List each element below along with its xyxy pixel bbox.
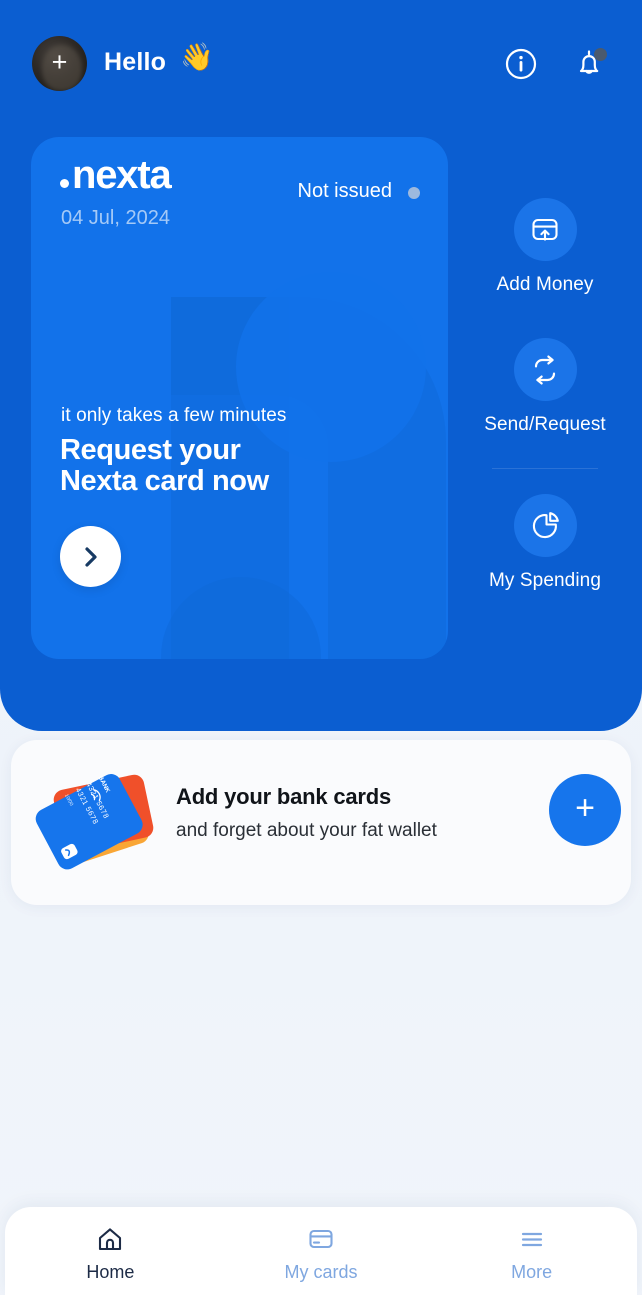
nexta-logo: nexta bbox=[60, 153, 172, 197]
nav-item-home[interactable]: Home bbox=[5, 1207, 216, 1295]
bank-cards-subtitle: and forget about your fat wallet bbox=[176, 820, 437, 841]
app-screen: + Hello 👋 nexta 04 Jul, 2024 Not issued … bbox=[0, 0, 642, 1295]
card-status-text: Not issued bbox=[297, 180, 393, 202]
nav-item-more[interactable]: More bbox=[426, 1207, 637, 1295]
promo-title-line2: Nexta card now bbox=[60, 465, 269, 498]
actions-divider bbox=[492, 468, 598, 469]
card-icon bbox=[309, 1229, 333, 1249]
app-header: + Hello 👋 bbox=[0, 17, 642, 91]
nav-label: More bbox=[511, 1262, 553, 1282]
plus-icon: + bbox=[575, 789, 595, 827]
info-circle-icon[interactable] bbox=[504, 47, 538, 81]
request-card-button[interactable] bbox=[60, 526, 121, 587]
hamburger-icon bbox=[521, 1232, 542, 1247]
nav-label: Home bbox=[86, 1262, 135, 1282]
bank-cards-illustration: 4321 5678 4321 5678 10/00 BANK bbox=[35, 774, 154, 870]
greeting-text: Hello bbox=[104, 48, 167, 76]
promo-eyebrow: it only takes a few minutes bbox=[61, 405, 287, 426]
bottom-navigation: Home My cards More bbox=[5, 1207, 637, 1295]
nexta-logo-text: nexta bbox=[72, 153, 172, 197]
quick-action-label: Send/Request bbox=[484, 414, 606, 435]
home-icon bbox=[99, 1228, 122, 1251]
card-date: 04 Jul, 2024 bbox=[61, 207, 170, 229]
pie-chart-icon bbox=[513, 494, 577, 557]
promo-title-line1: Request your bbox=[60, 434, 241, 466]
promo-title: Request your Nexta card now bbox=[60, 434, 269, 498]
bank-cards-title: Add your bank cards bbox=[176, 784, 392, 809]
avatar-plus-icon: + bbox=[51, 47, 68, 77]
avatar[interactable]: + bbox=[32, 36, 87, 91]
card-status-dot bbox=[408, 187, 420, 199]
wave-emoji: 👋 bbox=[180, 42, 214, 72]
hero-panel: + Hello 👋 nexta 04 Jul, 2024 Not issued … bbox=[0, 0, 642, 731]
add-bank-card-button[interactable]: + bbox=[549, 774, 621, 846]
nav-label: My cards bbox=[284, 1262, 358, 1282]
quick-action-label: Add Money bbox=[496, 274, 594, 295]
notification-badge bbox=[594, 48, 607, 61]
quick-action-my-spending[interactable]: My Spending bbox=[470, 494, 620, 592]
nexta-logo-dot bbox=[60, 178, 69, 188]
chevron-right-icon bbox=[84, 546, 97, 567]
quick-action-send-request[interactable]: Send/Request bbox=[470, 338, 620, 436]
add-bank-cards-panel[interactable]: 4321 5678 4321 5678 10/00 BANK Add your … bbox=[11, 740, 631, 905]
nexta-card-promo[interactable]: nexta 04 Jul, 2024 Not issued it only ta… bbox=[31, 137, 448, 659]
quick-action-label: My Spending bbox=[488, 570, 601, 591]
quick-action-add-money[interactable]: Add Money bbox=[470, 198, 620, 296]
nav-item-my-cards[interactable]: My cards bbox=[216, 1207, 427, 1295]
swap-arrows-icon bbox=[513, 338, 577, 401]
add-money-icon bbox=[513, 198, 577, 261]
